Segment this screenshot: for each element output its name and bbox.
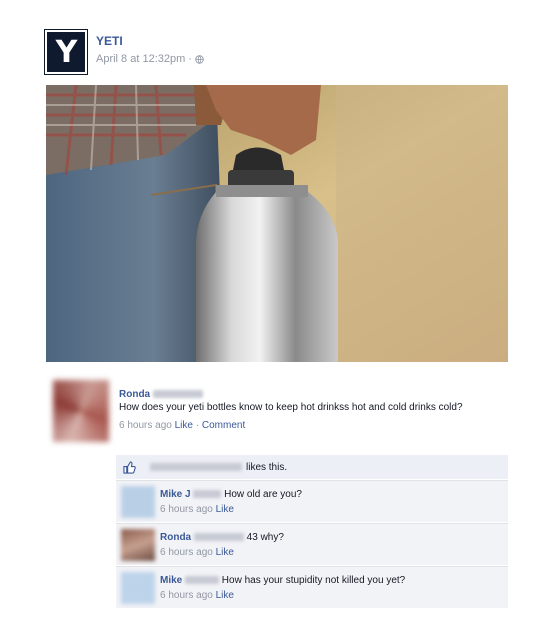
- avatar[interactable]: [53, 380, 109, 442]
- post-timestamp[interactable]: April 8 at 12:32pm: [96, 53, 185, 65]
- page-name-link[interactable]: YETI: [96, 34, 204, 48]
- reply-body: Mike How has your stupidity not killed y…: [160, 574, 500, 602]
- like-link[interactable]: Like: [216, 504, 234, 515]
- post-photo[interactable]: [46, 85, 508, 362]
- reply-text: How has your stupidity not killed you ye…: [221, 575, 406, 586]
- reply-2: Ronda 43 why? 6 hours ago Like: [116, 523, 508, 565]
- likes-summary: likes this.: [116, 455, 508, 479]
- reply-text: 43 why?: [246, 532, 284, 543]
- like-link[interactable]: Like: [175, 420, 193, 431]
- redacted-name: [193, 490, 222, 499]
- reply-1: Mike J How old are you? 6 hours ago Like: [116, 480, 508, 522]
- reply-author-link[interactable]: Ronda: [160, 532, 191, 543]
- reply-author-link[interactable]: Mike J: [160, 489, 191, 500]
- like-link[interactable]: Like: [216, 547, 234, 558]
- comment-link[interactable]: Comment: [202, 420, 245, 431]
- likes-text: likes this.: [246, 461, 288, 473]
- reply-time[interactable]: 6 hours ago: [160, 547, 213, 558]
- reply-body: Mike J How old are you? 6 hours ago Like: [160, 488, 500, 516]
- meta-separator: ·: [188, 53, 192, 65]
- redacted-liker: [150, 463, 242, 471]
- reply-time[interactable]: 6 hours ago: [160, 590, 213, 601]
- globe-icon[interactable]: [195, 54, 204, 64]
- comment-author-link[interactable]: Ronda: [119, 389, 150, 400]
- reply-time[interactable]: 6 hours ago: [160, 504, 213, 515]
- post-header: Y YETI April 8 at 12:32pm ·: [45, 30, 204, 74]
- post-header-text: YETI April 8 at 12:32pm ·: [96, 34, 204, 65]
- thumbs-up-icon: [123, 460, 136, 474]
- avatar[interactable]: [121, 572, 155, 604]
- avatar[interactable]: [121, 529, 155, 561]
- comment-body: Ronda How does your yeti bottles know to…: [119, 388, 509, 432]
- redacted-name: [193, 533, 244, 542]
- meta-dot: ·: [195, 420, 200, 431]
- reply-author-link[interactable]: Mike: [160, 575, 182, 586]
- comment-time[interactable]: 6 hours ago: [119, 420, 172, 431]
- redacted-name: [152, 390, 203, 399]
- reply-body: Ronda 43 why? 6 hours ago Like: [160, 531, 500, 559]
- reply-text: How old are you?: [224, 489, 302, 500]
- avatar[interactable]: [121, 486, 155, 518]
- page-logo[interactable]: Y: [45, 30, 87, 74]
- comment-text: How does your yeti bottles know to keep …: [119, 402, 463, 413]
- redacted-name: [185, 576, 220, 585]
- comment-meta: 6 hours ago Like · Comment: [119, 419, 509, 432]
- like-link[interactable]: Like: [216, 590, 234, 601]
- reply-3: Mike How has your stupidity not killed y…: [116, 566, 508, 608]
- post-meta: April 8 at 12:32pm ·: [96, 53, 204, 65]
